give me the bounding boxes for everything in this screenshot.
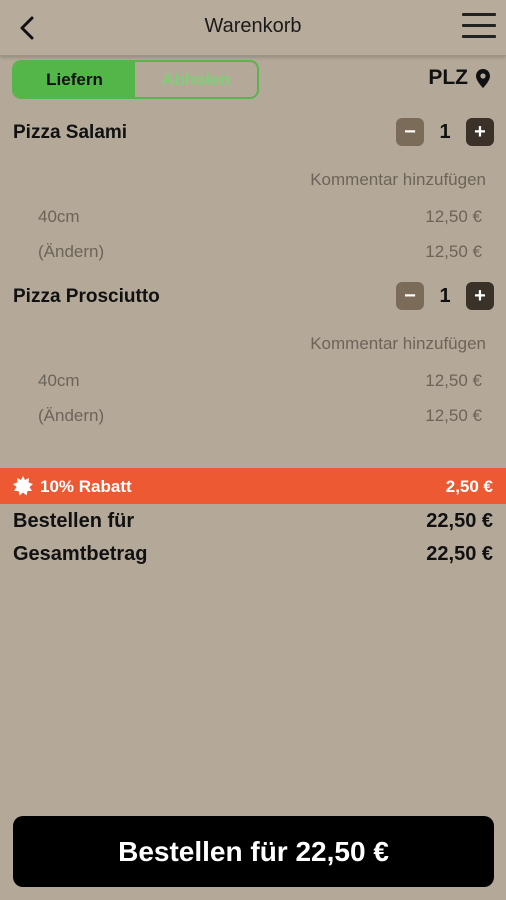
add-comment-link[interactable]: Kommentar hinzufügen xyxy=(310,334,486,354)
option-size-price: 12,50 € xyxy=(425,371,482,390)
quantity-stepper: − 1 + xyxy=(396,118,494,146)
discount-badge-icon xyxy=(13,476,33,496)
hamburger-menu-icon[interactable] xyxy=(462,13,496,39)
plz-selector[interactable]: PLZ xyxy=(428,66,490,90)
item-name: Pizza Prosciutto xyxy=(13,286,160,307)
item-change-row[interactable]: (Ändern) 12,50 € xyxy=(38,406,482,426)
item-name: Pizza Salami xyxy=(13,122,128,143)
increase-quantity-button[interactable]: + xyxy=(466,118,494,146)
discount-amount: 2,50 € xyxy=(445,477,493,496)
item-option-row: 40cm 12,50 € xyxy=(38,371,482,391)
option-size-price: 12,50 € xyxy=(425,207,482,226)
item-option-row: 40cm 12,50 € xyxy=(38,207,482,227)
quantity-value: 1 xyxy=(439,120,451,143)
page-title: Warenkorb xyxy=(204,15,302,37)
tab-liefern[interactable]: Liefern xyxy=(14,62,135,97)
item-change-row[interactable]: (Ändern) 12,50 € xyxy=(38,242,482,262)
option-size: 40cm xyxy=(38,371,80,390)
quantity-value: 1 xyxy=(439,284,451,307)
decrease-quantity-button[interactable]: − xyxy=(396,118,424,146)
change-price: 12,50 € xyxy=(425,406,482,425)
change-price: 12,50 € xyxy=(425,242,482,261)
plz-label: PLZ xyxy=(428,66,468,89)
order-for-row: Bestellen für 22,50 € xyxy=(13,510,493,533)
location-pin-icon xyxy=(476,68,490,88)
checkout-button[interactable]: Bestellen für 22,50 € xyxy=(13,816,494,887)
change-link[interactable]: (Ändern) xyxy=(38,406,104,426)
option-size: 40cm xyxy=(38,207,80,226)
quantity-stepper: − 1 + xyxy=(396,282,494,310)
increase-quantity-button[interactable]: + xyxy=(466,282,494,310)
add-comment-link[interactable]: Kommentar hinzufügen xyxy=(310,170,486,190)
top-bar: Warenkorb xyxy=(0,0,506,56)
delivery-toggle: Liefern Abholen xyxy=(12,60,259,99)
decrease-quantity-button[interactable]: − xyxy=(396,282,424,310)
discount-banner: 10% Rabatt 2,50 € xyxy=(0,468,506,504)
order-for-label: Bestellen für xyxy=(13,510,135,532)
change-link[interactable]: (Ändern) xyxy=(38,242,104,262)
grand-total-label: Gesamtbetrag xyxy=(13,543,148,565)
discount-label: 10% Rabatt xyxy=(40,477,132,496)
grand-total-row: Gesamtbetrag 22,50 € xyxy=(13,543,493,566)
grand-total-value: 22,50 € xyxy=(426,543,493,565)
order-for-value: 22,50 € xyxy=(426,510,493,532)
tab-abholen[interactable]: Abholen xyxy=(135,62,257,97)
